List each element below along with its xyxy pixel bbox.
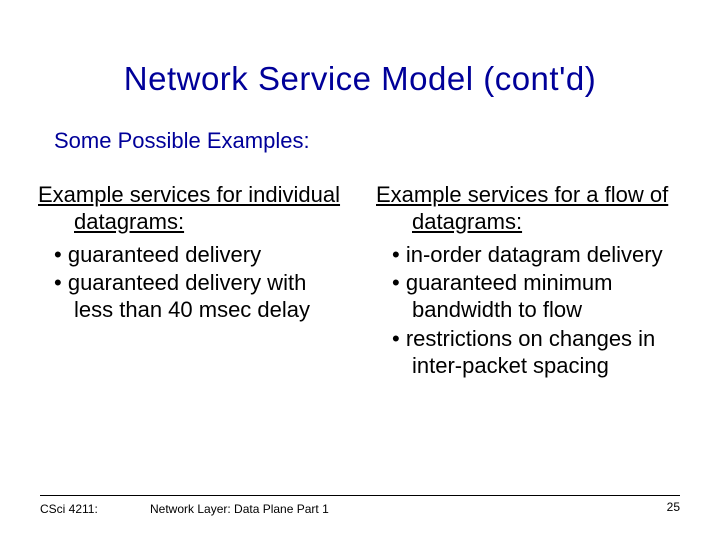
list-item: in-order datagram delivery [376,242,682,269]
subtitle: Some Possible Examples: [54,128,684,154]
footer-course: CSci 4211: [40,502,150,516]
list-item: guaranteed delivery [38,242,344,269]
right-column: Example services for a flow of datagrams… [376,182,682,382]
right-heading: Example services for a flow of datagrams… [376,182,682,236]
list-item: restrictions on changes in inter-packet … [376,326,682,380]
left-heading: Example services for individual datagram… [38,182,344,236]
footer-title: Network Layer: Data Plane Part 1 [150,502,640,516]
list-item: guaranteed delivery with less than 40 ms… [38,270,344,324]
footer-page-number: 25 [640,500,680,514]
page-title: Network Service Model (cont'd) [36,60,684,98]
content-columns: Example services for individual datagram… [36,182,684,382]
left-list: guaranteed delivery guaranteed delivery … [38,242,344,324]
right-list: in-order datagram delivery guaranteed mi… [376,242,682,380]
footer: CSci 4211: Network Layer: Data Plane Par… [40,495,680,516]
slide: Network Service Model (cont'd) Some Poss… [0,0,720,540]
list-item: guaranteed minimum bandwidth to flow [376,270,682,324]
left-column: Example services for individual datagram… [38,182,344,382]
